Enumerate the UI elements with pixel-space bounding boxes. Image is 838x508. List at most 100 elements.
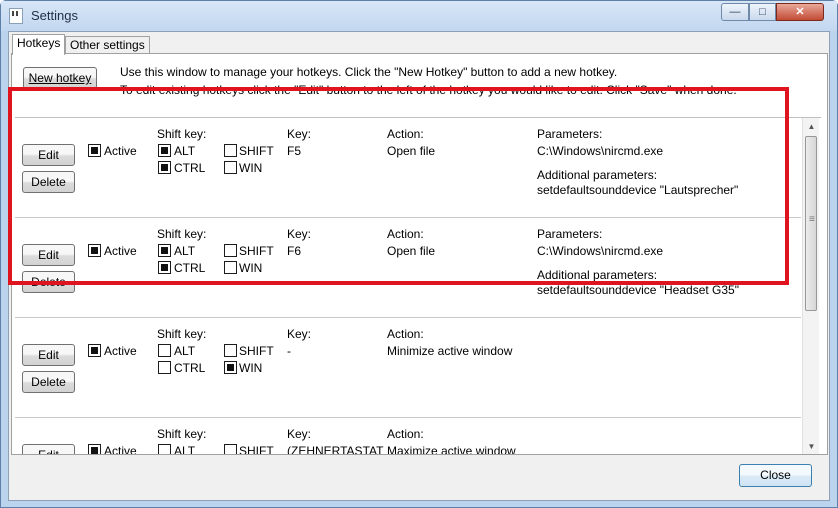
parameters-value: C:\Windows\nircmd.exe xyxy=(537,144,664,158)
additional-parameters-header: Additional parameters: xyxy=(537,168,658,182)
key-value: - xyxy=(287,344,291,358)
additional-parameters-value: setdefaultsounddevice "Headset G35" xyxy=(537,283,739,297)
action-header: Action: xyxy=(387,127,424,141)
scroll-up-button[interactable]: ▲ xyxy=(803,118,820,135)
shift-label: SHIFT xyxy=(239,144,274,158)
key-value: F6 xyxy=(287,244,302,258)
active-checkbox[interactable] xyxy=(88,444,101,454)
active-checkbox[interactable] xyxy=(88,344,101,357)
arrow-down-icon: ▼ xyxy=(807,442,816,451)
edit-button[interactable]: Edit xyxy=(22,444,75,454)
alt-checkbox[interactable] xyxy=(158,444,171,454)
window-title: Settings xyxy=(31,8,78,23)
shift-label: SHIFT xyxy=(239,344,274,358)
ctrl-label: CTRL xyxy=(174,361,206,375)
key-header: Key: xyxy=(287,327,312,341)
app-icon xyxy=(9,8,23,24)
action-header: Action: xyxy=(387,327,424,341)
delete-button[interactable]: Delete xyxy=(22,371,75,393)
arrow-up-icon: ▲ xyxy=(807,122,816,131)
win-checkbox[interactable] xyxy=(224,161,237,174)
win-label: WIN xyxy=(239,161,263,175)
alt-checkbox[interactable] xyxy=(158,144,171,157)
shift-key-header: Shift key: xyxy=(157,227,207,241)
parameters-header: Parameters: xyxy=(537,127,603,141)
parameters-header: Parameters: xyxy=(537,227,603,241)
key-header: Key: xyxy=(287,427,312,441)
shift-label: SHIFT xyxy=(239,444,274,454)
active-label: Active xyxy=(104,444,137,454)
ctrl-checkbox[interactable] xyxy=(158,361,171,374)
new-hotkey-label: New hotkey xyxy=(28,71,92,85)
edit-button[interactable]: Edit xyxy=(22,244,75,266)
ctrl-label: CTRL xyxy=(174,261,206,275)
info-text-line-1: Use this window to manage your hotkeys. … xyxy=(120,65,618,79)
alt-label: ALT xyxy=(174,444,196,454)
minimize-icon: — xyxy=(729,6,741,18)
tab-hotkeys[interactable]: Hotkeys xyxy=(12,34,66,55)
tab-other-settings[interactable]: Other settings xyxy=(65,36,150,54)
shift-key-header: Shift key: xyxy=(157,327,207,341)
delete-button[interactable]: Delete xyxy=(22,271,75,293)
shift-key-header: Shift key: xyxy=(157,427,207,441)
close-icon: ✕ xyxy=(795,6,805,18)
hotkey-list: Edit Delete Active Shift key: ALT CTRL S… xyxy=(15,117,821,454)
hotkey-row: Edit Delete Active Shift key: ALT CTRL S… xyxy=(15,118,801,218)
new-hotkey-button[interactable]: New hotkey xyxy=(23,67,97,89)
key-value: F5 xyxy=(287,144,302,158)
info-text-line-2: To edit existing hotkeys click the "Edit… xyxy=(120,83,737,97)
title-bar[interactable]: Settings — □ ✕ xyxy=(1,1,837,31)
ctrl-label: CTRL xyxy=(174,161,206,175)
minimize-button[interactable]: — xyxy=(721,3,749,21)
win-checkbox[interactable] xyxy=(224,261,237,274)
action-value: Minimize active window xyxy=(387,344,513,358)
close-button[interactable]: Close xyxy=(739,464,812,487)
key-header: Key: xyxy=(287,227,312,241)
key-value: (ZEHNERTASTAT xyxy=(287,444,384,454)
vertical-scrollbar[interactable]: ▲ ≡ ▼ xyxy=(802,118,819,454)
action-value: Maximize active window xyxy=(387,444,516,454)
shift-key-header: Shift key: xyxy=(157,127,207,141)
shift-label: SHIFT xyxy=(239,244,274,258)
additional-parameters-header: Additional parameters: xyxy=(537,268,658,282)
ctrl-checkbox[interactable] xyxy=(158,261,171,274)
active-label: Active xyxy=(104,244,137,258)
maximize-button[interactable]: □ xyxy=(749,3,776,21)
maximize-icon: □ xyxy=(759,6,766,18)
win-label: WIN xyxy=(239,361,263,375)
scrollbar-thumb[interactable]: ≡ xyxy=(805,136,817,311)
hotkey-row: Edit Delete Active Shift key: ALT CTRL S… xyxy=(15,318,801,418)
alt-label: ALT xyxy=(174,144,196,158)
hotkey-row: Edit Delete Active Shift key: ALT CTRL S… xyxy=(15,218,801,318)
delete-button[interactable]: Delete xyxy=(22,171,75,193)
scroll-down-button[interactable]: ▼ xyxy=(803,438,820,454)
additional-parameters-value: setdefaultsounddevice "Lautsprecher" xyxy=(537,183,739,197)
alt-checkbox[interactable] xyxy=(158,344,171,357)
active-label: Active xyxy=(104,144,137,158)
active-label: Active xyxy=(104,344,137,358)
win-label: WIN xyxy=(239,261,263,275)
active-checkbox[interactable] xyxy=(88,144,101,157)
shift-checkbox[interactable] xyxy=(224,344,237,357)
parameters-value: C:\Windows\nircmd.exe xyxy=(537,244,664,258)
client-area: Hotkeys Other settings New hotkey Use th… xyxy=(8,31,830,501)
action-value: Open file xyxy=(387,144,436,158)
alt-checkbox[interactable] xyxy=(158,244,171,257)
action-header: Action: xyxy=(387,427,424,441)
action-header: Action: xyxy=(387,227,424,241)
shift-checkbox[interactable] xyxy=(224,244,237,257)
active-checkbox[interactable] xyxy=(88,244,101,257)
hotkey-row: Edit Active Shift key: ALT SHIFT Key: (Z… xyxy=(15,418,801,454)
win-checkbox[interactable] xyxy=(224,361,237,374)
edit-button[interactable]: Edit xyxy=(22,144,75,166)
alt-label: ALT xyxy=(174,244,196,258)
alt-label: ALT xyxy=(174,344,196,358)
shift-checkbox[interactable] xyxy=(224,144,237,157)
edit-button[interactable]: Edit xyxy=(22,344,75,366)
grip-icon: ≡ xyxy=(809,214,815,225)
shift-checkbox[interactable] xyxy=(224,444,237,454)
close-window-button[interactable]: ✕ xyxy=(776,3,824,21)
ctrl-checkbox[interactable] xyxy=(158,161,171,174)
hotkeys-panel: New hotkey Use this window to manage you… xyxy=(11,53,828,455)
settings-window: Settings — □ ✕ Hotkeys Other settings Ne… xyxy=(0,0,838,508)
